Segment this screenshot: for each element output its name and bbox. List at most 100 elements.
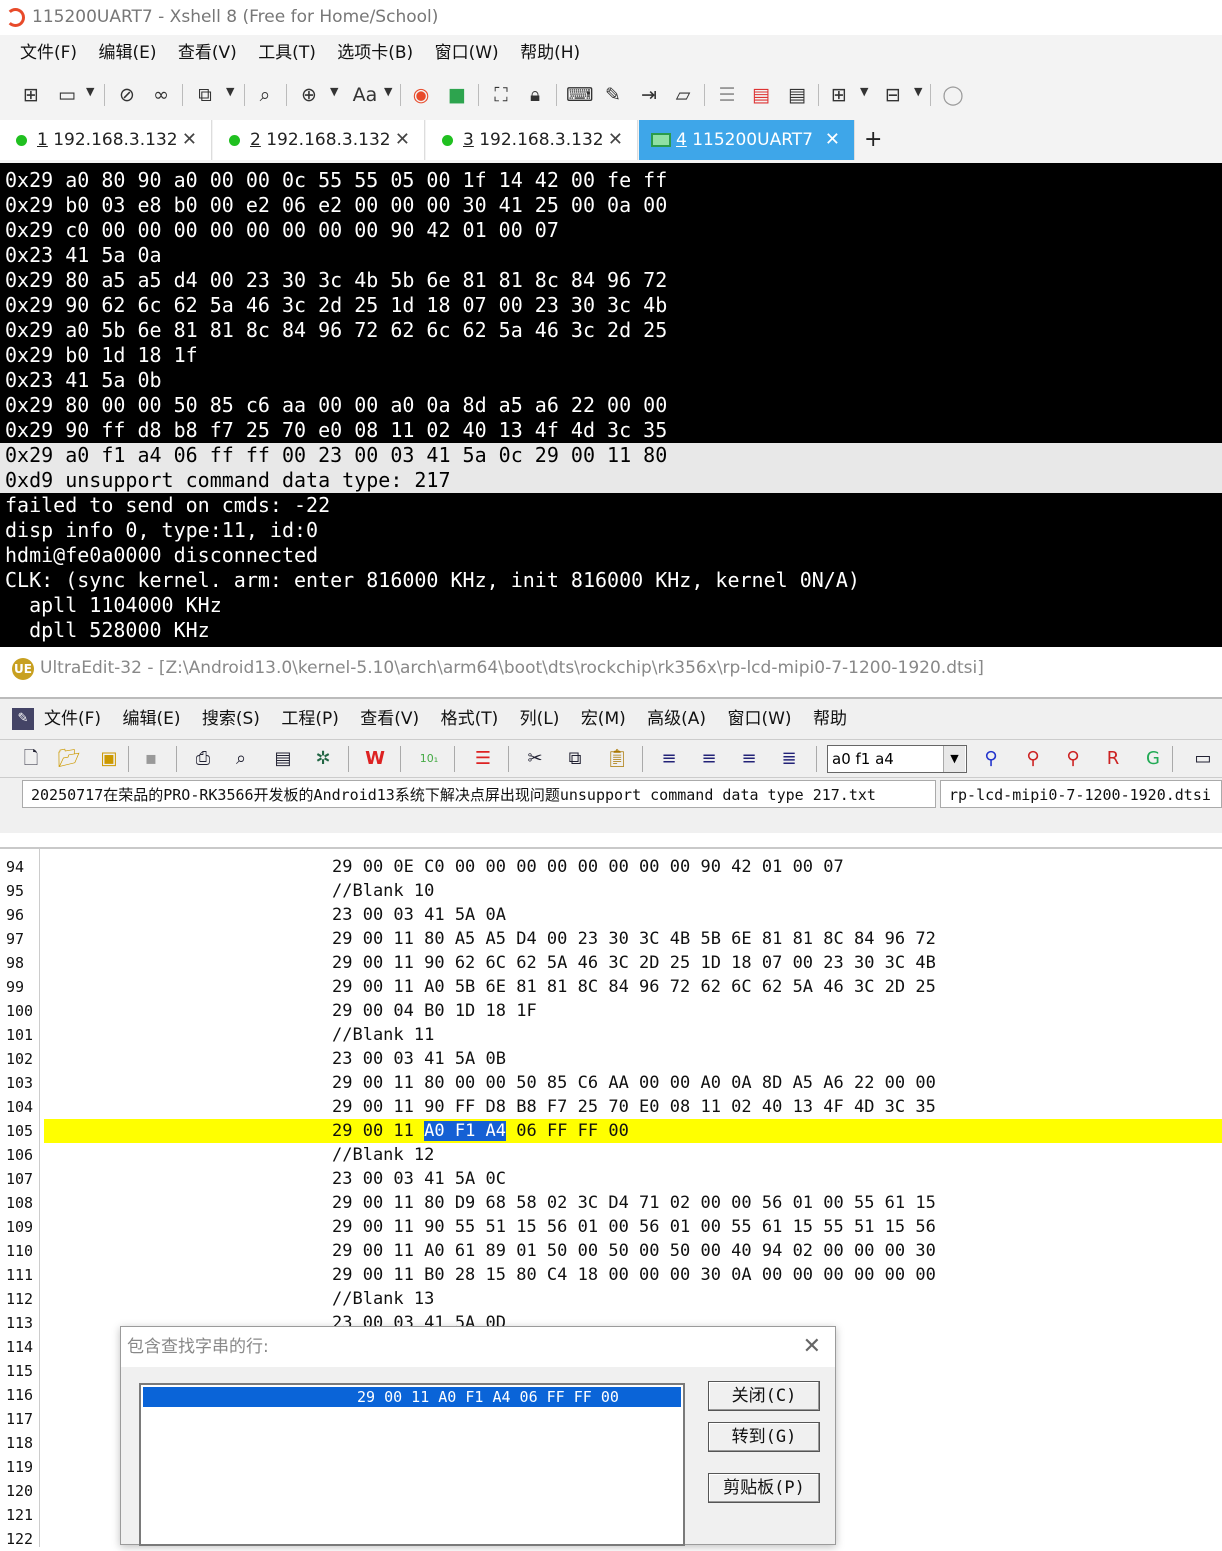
disconnect-icon[interactable]: ⊘ (114, 82, 140, 108)
terminal-line: 0x23 41 5a 0b (5, 368, 162, 392)
menu-tabs[interactable]: 选项卡(B) (337, 43, 413, 63)
terminal-line: apll 1104000 KHz (5, 593, 222, 617)
document-icon[interactable]: ✎ (12, 708, 34, 730)
replace-icon[interactable]: R (1100, 746, 1126, 772)
menu-project[interactable]: 工程(P) (281, 709, 339, 729)
hex-mode-icon[interactable]: 10₁ (416, 746, 442, 772)
chevron-down-icon[interactable]: ▼ (86, 85, 94, 98)
xftp-icon[interactable]: ■ (444, 82, 470, 108)
chevron-down-icon[interactable]: ▼ (860, 85, 868, 98)
menu-help[interactable]: 帮助 (813, 709, 847, 729)
record-icon[interactable]: ▤ (748, 82, 774, 108)
paste-icon[interactable]: 📋︎ (604, 746, 630, 772)
menu-file[interactable]: 文件(F) (20, 43, 77, 63)
justify-icon[interactable]: ≣ (776, 746, 802, 772)
chevron-down-icon[interactable]: ▼ (384, 85, 392, 98)
column-mode-icon[interactable]: ☰ (470, 746, 496, 772)
terminal-output[interactable]: 0x29 a0 80 90 a0 00 00 0c 55 55 05 00 1f… (0, 163, 1222, 647)
save-icon[interactable]: ▪ (138, 746, 164, 772)
menu-view[interactable]: 查看(V) (360, 709, 419, 729)
align-left-icon[interactable]: ≡ (656, 746, 682, 772)
keyboard-icon[interactable]: ⌨ (566, 82, 593, 108)
new-window-icon[interactable]: ⧉ (192, 82, 218, 108)
close-icon[interactable]: ✕ (395, 120, 410, 160)
chevron-down-icon[interactable]: ▼ (330, 85, 338, 98)
result-item[interactable]: 29 00 11 A0 F1 A4 06 FF FF 00 (143, 1387, 681, 1407)
fullscreen-icon[interactable]: ⛶ (488, 82, 514, 108)
file-tab-dtsi[interactable]: rp-lcd-mipi0-7-1200-1920.dtsi (940, 780, 1222, 808)
clipboard-button[interactable]: 剪贴板(P) (708, 1473, 820, 1503)
print-preview-icon[interactable]: ⌕ (228, 746, 254, 772)
word-wrap-icon[interactable]: W (362, 746, 388, 772)
close-icon[interactable]: ✕ (608, 120, 623, 160)
terminal-line: 0x29 a0 80 90 a0 00 00 0c 55 55 05 00 1f… (5, 168, 668, 192)
line-number: 121 (6, 1506, 34, 1524)
compose-icon[interactable]: ✎ (600, 82, 626, 108)
goto-icon[interactable]: G (1140, 746, 1166, 772)
reconnect-icon[interactable]: ∞ (148, 82, 174, 108)
tab-session-3[interactable]: 3 192.168.3.132 ✕ (426, 120, 638, 160)
file-tab-txt[interactable]: 20250717在荣品的PRO-RK3566开发板的Android13系统下解决… (22, 780, 936, 808)
layout-icon[interactable]: ⊟ (880, 82, 906, 108)
xshell-logo-icon[interactable]: ◉ (408, 82, 434, 108)
menu-tools[interactable]: 工具(T) (258, 43, 316, 63)
open-folder-icon[interactable]: 📂︎ (56, 746, 82, 772)
log-icon[interactable]: ☰ (714, 82, 740, 108)
open-recent-icon[interactable]: ▣ (96, 746, 122, 772)
transfer-icon[interactable]: ⇥ (636, 82, 662, 108)
open-folder-icon[interactable]: ▭ (54, 82, 80, 108)
globe-icon[interactable]: ⊕ (296, 82, 322, 108)
copy-icon[interactable]: ⧉ (562, 746, 588, 772)
menu-format[interactable]: 格式(T) (441, 709, 499, 729)
new-tab-button[interactable]: + (864, 119, 882, 161)
code-line: //Blank 11 (332, 1025, 435, 1045)
tag-list-icon[interactable]: ▭ (1190, 746, 1216, 772)
menu-help[interactable]: 帮助(H) (520, 43, 580, 63)
chevron-down-icon[interactable]: ▼ (943, 746, 965, 772)
new-session-icon[interactable]: ⊞ (18, 82, 44, 108)
close-icon[interactable]: ✕ (825, 120, 840, 160)
selected-text: A0 F1 A4 (424, 1121, 507, 1141)
menu-advanced[interactable]: 高级(A) (647, 709, 706, 729)
chevron-down-icon[interactable]: ▼ (914, 85, 922, 98)
menu-view[interactable]: 查看(V) (178, 43, 237, 63)
properties-icon[interactable]: ▤ (270, 746, 296, 772)
find-icon[interactable]: ⚲ (978, 746, 1004, 772)
find-prev-icon[interactable]: ⚲ (1060, 746, 1086, 772)
notes-icon[interactable]: ▤ (784, 82, 810, 108)
find-next-icon[interactable]: ⚲ (1020, 746, 1046, 772)
print-icon[interactable]: ⎙ (190, 746, 216, 772)
menu-search[interactable]: 搜索(S) (202, 709, 260, 729)
tab-session-2[interactable]: 2 192.168.3.132 ✕ (213, 120, 425, 160)
font-button[interactable]: Aa (350, 82, 380, 108)
cut-icon[interactable]: ✂ (522, 746, 548, 772)
chat-icon[interactable]: ◯ (940, 82, 966, 108)
menu-window[interactable]: 窗口(W) (727, 709, 791, 729)
network-icon[interactable]: ✲ (310, 746, 336, 772)
tab-session-4[interactable]: 4 115200UART7 ✕ (639, 120, 855, 160)
search-icon[interactable]: ⌕ (252, 82, 278, 108)
close-icon[interactable]: ✕ (182, 120, 197, 160)
goto-button[interactable]: 转到(G) (708, 1422, 820, 1452)
new-file-icon[interactable]: 🗋︎ (18, 746, 44, 772)
menu-window[interactable]: 窗口(W) (435, 43, 499, 63)
chevron-down-icon[interactable]: ▼ (226, 85, 234, 98)
line-number: 105 (6, 1122, 34, 1140)
terminal-line: 0x29 80 a5 a5 d4 00 23 30 3c 4b 5b 6e 81… (5, 268, 668, 292)
current-line: 29 00 11 A0 F1 A4 06 FF FF 00 (44, 1119, 1222, 1143)
align-center-icon[interactable]: ≡ (696, 746, 722, 772)
close-icon[interactable]: ✕ (803, 1335, 821, 1359)
lock-icon[interactable]: 🔒︎ (522, 82, 548, 108)
line-number-gutter: 94 95 96 97 98 99 100 101 102 103 104 105 106 107 108 1… (0, 849, 40, 1548)
menu-file[interactable]: 文件(F) (44, 709, 101, 729)
close-button[interactable]: 关闭(C) (708, 1381, 820, 1411)
menu-edit[interactable]: 编辑(E) (98, 43, 156, 63)
menu-edit[interactable]: 编辑(E) (122, 709, 180, 729)
menu-macro[interactable]: 宏(M) (581, 709, 626, 729)
align-right-icon[interactable]: ≡ (736, 746, 762, 772)
tab-session-1[interactable]: 1 192.168.3.132 ✕ (0, 120, 212, 160)
results-list[interactable]: 29 00 11 A0 F1 A4 06 FF FF 00 (139, 1383, 685, 1546)
menu-column[interactable]: 列(L) (520, 709, 560, 729)
script-icon[interactable]: ▱ (670, 82, 696, 108)
add-pane-icon[interactable]: ⊞ (826, 82, 852, 108)
